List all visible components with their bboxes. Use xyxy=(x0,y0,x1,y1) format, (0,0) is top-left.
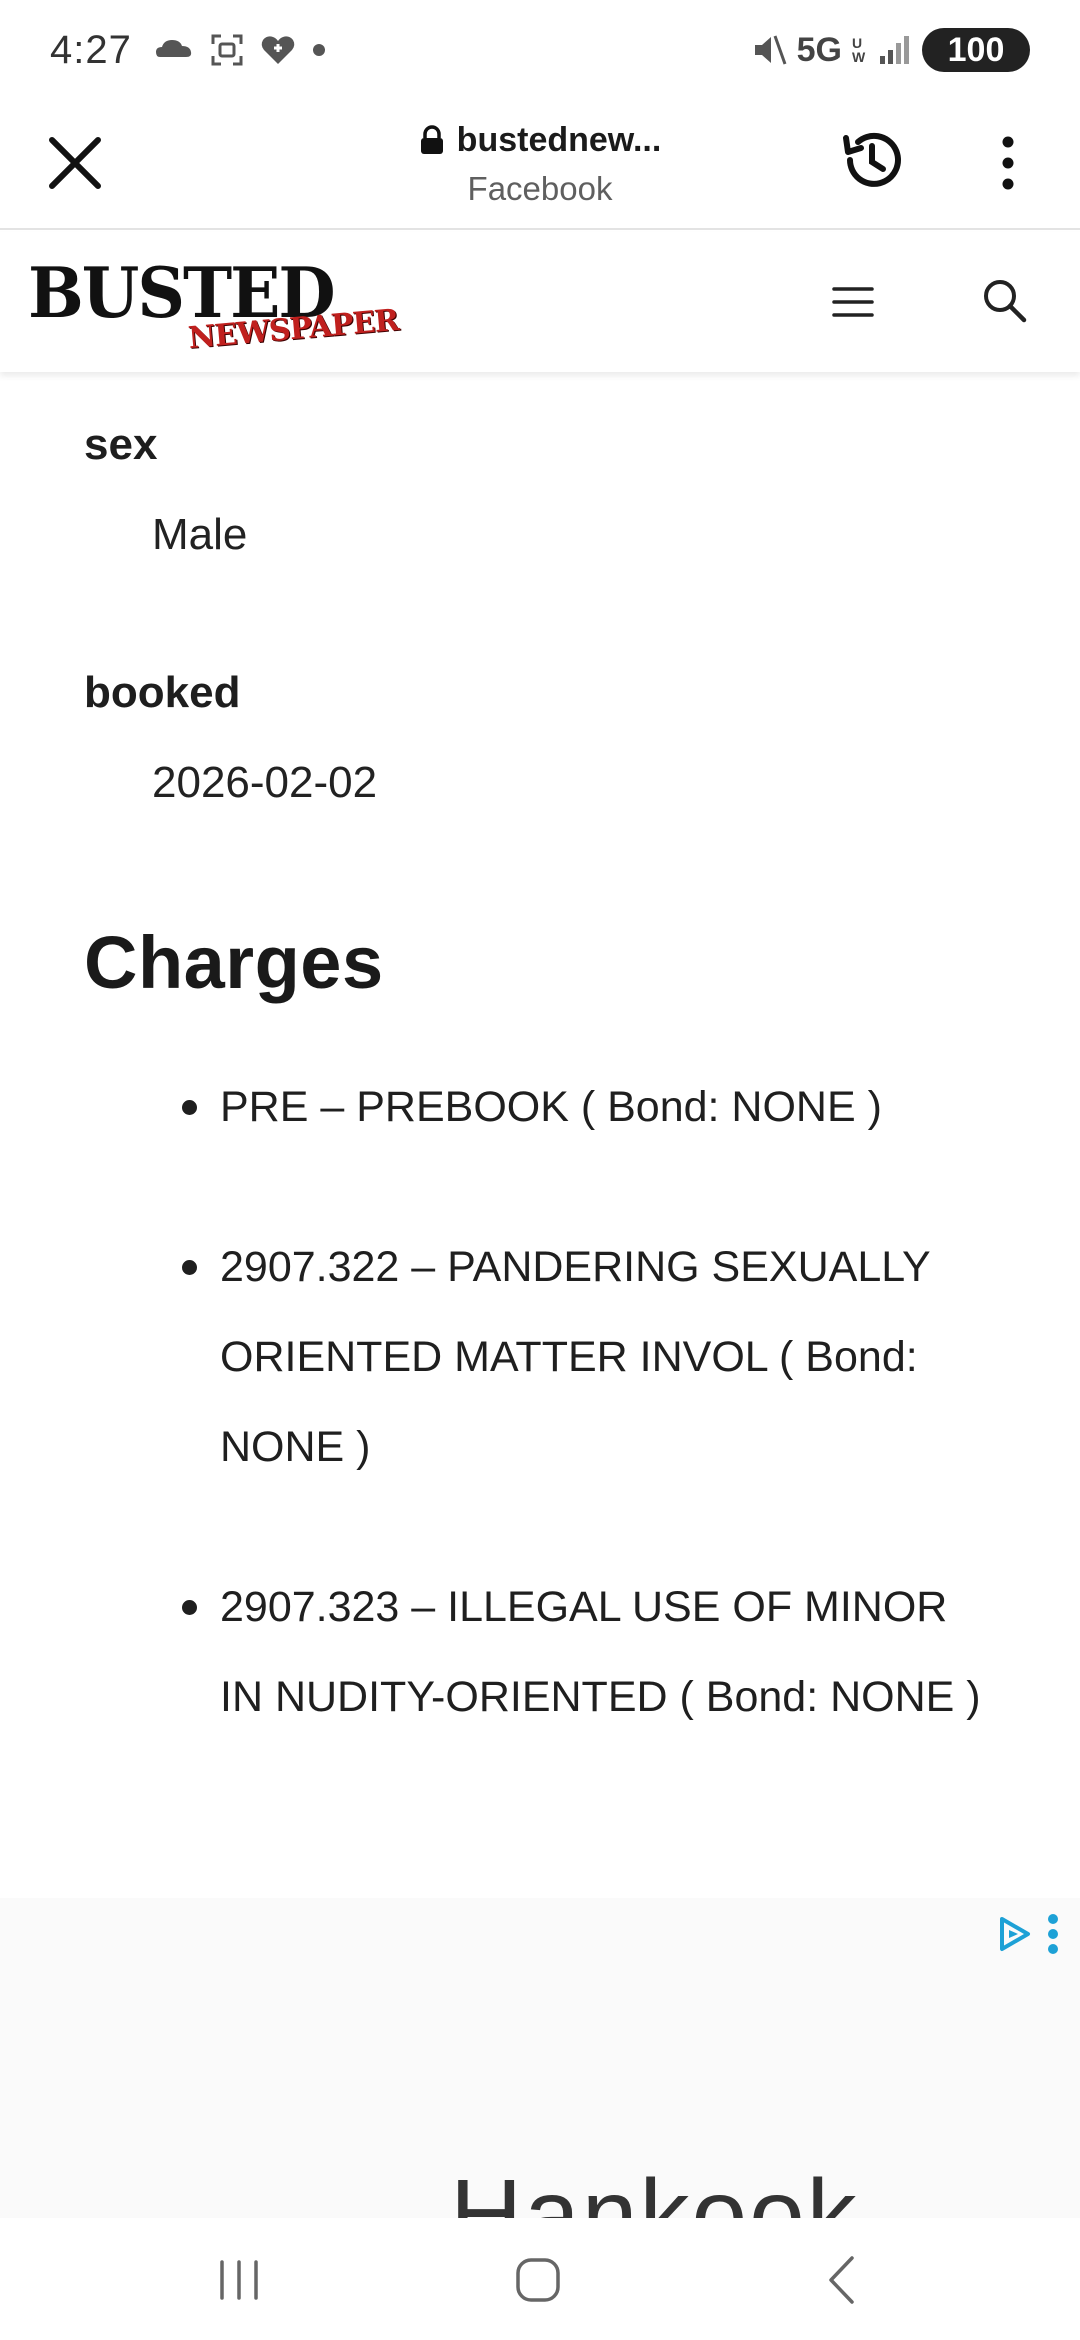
charge-text: 2907.323 – ILLEGAL USE OF MINOR IN NUDIT… xyxy=(220,1583,981,1721)
booked-label: booked xyxy=(84,668,241,717)
url-bar[interactable]: bustednew... Facebook xyxy=(300,112,780,208)
search-icon[interactable] xyxy=(980,276,1028,324)
url-text: bustednew... xyxy=(456,120,662,159)
charge-list-item: 2907.322 – PANDERING SEXUALLY ORIENTED M… xyxy=(182,1222,990,1492)
status-time: 4:27 xyxy=(50,27,132,72)
close-icon[interactable] xyxy=(42,130,108,196)
ad-banner[interactable]: Hankook xyxy=(0,1898,1080,2218)
charges-heading: Charges xyxy=(84,921,384,1004)
heart-icon xyxy=(261,36,295,64)
bullet xyxy=(182,1600,197,1615)
mute-icon xyxy=(754,35,787,65)
hamburger-menu-icon[interactable] xyxy=(830,282,876,322)
site-logo[interactable]: BUSTED NEWSPAPER xyxy=(28,252,400,356)
charge-text: 2907.322 – PANDERING SEXUALLY ORIENTED M… xyxy=(220,1243,930,1471)
sex-value: Male xyxy=(152,510,248,559)
network-label: 5G xyxy=(796,30,842,69)
signal-icon xyxy=(880,36,909,64)
history-icon[interactable] xyxy=(836,124,908,196)
url-row: bustednew... xyxy=(419,112,662,168)
back-icon[interactable] xyxy=(826,2254,856,2306)
status-bar: 4:27 5G UW 100 xyxy=(0,0,1080,100)
more-options-icon[interactable] xyxy=(988,128,1028,198)
system-nav-bar xyxy=(0,2218,1080,2340)
bullet xyxy=(182,1260,197,1275)
sex-label: sex xyxy=(84,420,158,469)
charge-text: PRE – PREBOOK ( Bond: NONE ) xyxy=(220,1083,882,1131)
notification-icons xyxy=(154,33,326,67)
ad-options-icon[interactable] xyxy=(1046,1912,1060,1956)
network-sub-label: UW xyxy=(852,35,866,65)
screenshot-icon xyxy=(211,34,243,66)
site-header: BUSTED NEWSPAPER xyxy=(0,232,1080,372)
ad-choices-icon[interactable] xyxy=(994,1914,1034,1954)
browser-toolbar: bustednew... Facebook xyxy=(0,100,1080,230)
home-icon[interactable] xyxy=(514,2256,562,2304)
url-source: Facebook xyxy=(467,170,613,207)
screen: 4:27 5G UW 100 bustednew... Facebook BUS… xyxy=(0,0,1080,2340)
dot-icon xyxy=(312,44,325,56)
charge-list-item: 2907.323 – ILLEGAL USE OF MINOR IN NUDIT… xyxy=(182,1562,990,1742)
status-right: 5G UW 100 xyxy=(751,28,1030,72)
lock-icon xyxy=(420,125,443,154)
battery-indicator: 100 xyxy=(922,28,1030,72)
booked-value: 2026-02-02 xyxy=(152,758,378,807)
bullet xyxy=(182,1100,197,1115)
recent-apps-icon[interactable] xyxy=(214,2258,264,2302)
charge-list-item: PRE – PREBOOK ( Bond: NONE ) xyxy=(182,1062,990,1152)
cloud-car-icon xyxy=(155,40,192,57)
ad-brand-text: Hankook xyxy=(450,2159,859,2218)
